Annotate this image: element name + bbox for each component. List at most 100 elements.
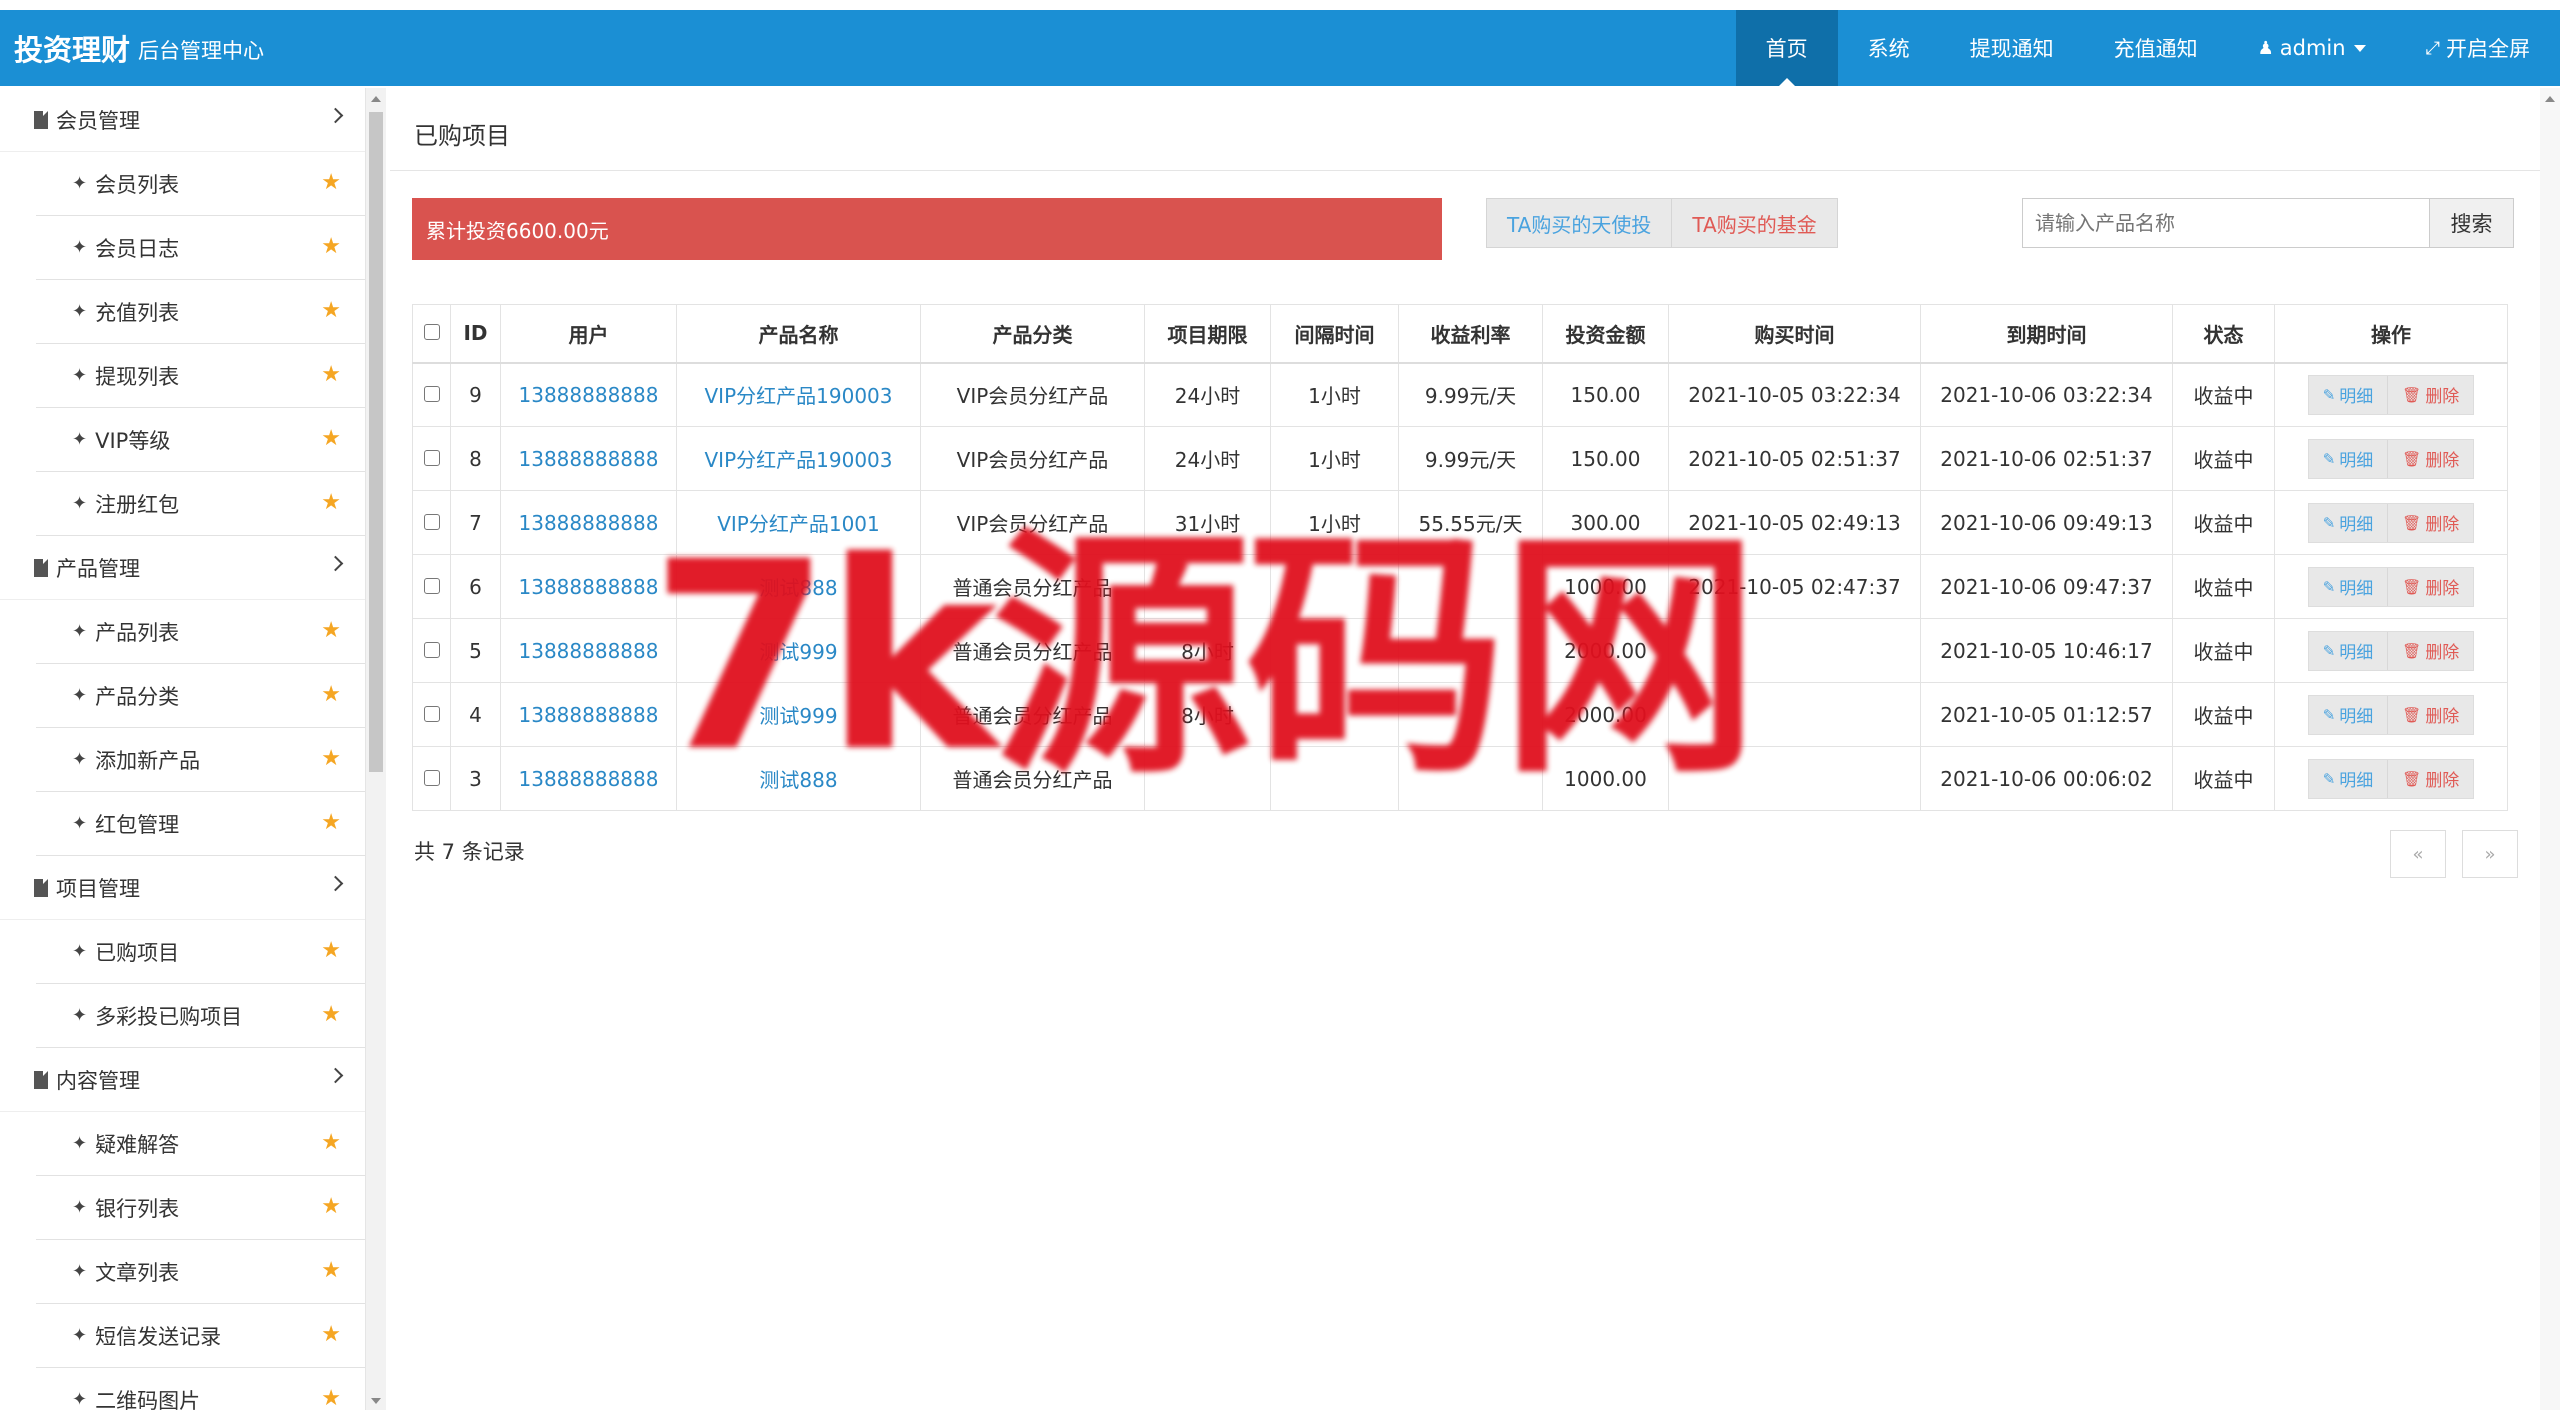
nav-recharge-label: 充值通知: [2113, 37, 2198, 61]
star-icon[interactable]: ★: [321, 426, 341, 451]
sidebar-item[interactable]: ✦ 已购项目 ★: [36, 920, 365, 984]
scroll-thumb[interactable]: [369, 112, 383, 772]
row-checkbox[interactable]: [423, 641, 440, 658]
sidebar-item[interactable]: ✦ 产品分类 ★: [36, 664, 365, 728]
star-icon[interactable]: ★: [321, 1386, 341, 1410]
cell-user[interactable]: 13888888888: [500, 362, 677, 427]
star-icon[interactable]: ★: [321, 298, 341, 323]
star-icon[interactable]: ★: [321, 1130, 341, 1155]
cell-status: 收益中: [2172, 426, 2275, 491]
delete-button[interactable]: 🗑 删除: [2388, 695, 2474, 734]
row-checkbox[interactable]: [423, 385, 440, 402]
detail-button[interactable]: ✎ 明细: [2308, 695, 2389, 734]
cell-product[interactable]: VIP分红产品190003: [676, 426, 921, 491]
cell-product[interactable]: VIP分红产品190003: [676, 362, 921, 427]
star-icon[interactable]: ★: [321, 1258, 341, 1283]
detail-button[interactable]: ✎ 明细: [2308, 503, 2389, 542]
sidebar-item[interactable]: ✦ 会员列表 ★: [36, 152, 365, 216]
sidebar-item[interactable]: ✦ VIP等级 ★: [36, 408, 365, 472]
nav-recharge-notice[interactable]: 充值通知: [2084, 10, 2228, 86]
delete-button[interactable]: 🗑 删除: [2388, 503, 2474, 542]
detail-button[interactable]: ✎ 明细: [2308, 631, 2389, 670]
detail-button[interactable]: ✎ 明细: [2308, 567, 2389, 606]
nav-home[interactable]: 首页: [1735, 10, 1838, 86]
star-icon[interactable]: ★: [321, 1194, 341, 1219]
row-select: [412, 426, 451, 491]
detail-button[interactable]: ✎ 明细: [2308, 759, 2389, 798]
star-icon[interactable]: ★: [321, 362, 341, 387]
sidebar-item[interactable]: ✦ 短信发送记录 ★: [36, 1304, 365, 1368]
nav-fullscreen[interactable]: ⤢ 开启全屏: [2396, 10, 2560, 86]
sidebar-item[interactable]: ✦ 产品列表 ★: [36, 600, 365, 664]
nav-withdraw-notice[interactable]: 提现通知: [1940, 10, 2084, 86]
pager-next[interactable]: »: [2462, 830, 2518, 878]
puzzle-icon: ✦: [72, 621, 88, 642]
row-select: [412, 682, 451, 747]
sidebar-group[interactable]: 产品管理: [0, 536, 365, 600]
cell-category: VIP会员分红产品: [920, 362, 1145, 427]
star-icon[interactable]: ★: [321, 234, 341, 259]
col-user: 用户: [500, 304, 677, 364]
sidebar-item[interactable]: ✦ 疑难解答 ★: [36, 1112, 365, 1176]
detail-label: 明细: [2339, 579, 2374, 599]
star-icon[interactable]: ★: [321, 938, 341, 963]
delete-button[interactable]: 🗑 删除: [2388, 631, 2474, 670]
delete-button[interactable]: 🗑 删除: [2388, 439, 2474, 478]
star-icon[interactable]: ★: [321, 746, 341, 771]
scroll-up-arrow-icon[interactable]: [2545, 96, 2555, 102]
cell-expire-time: 2021-10-06 09:47:37: [1920, 554, 2173, 619]
scroll-down-arrow-icon[interactable]: [371, 1398, 381, 1404]
nav-system[interactable]: 系统: [1838, 10, 1940, 86]
sidebar-item-label: 文章列表: [95, 1260, 180, 1285]
select-all-checkbox[interactable]: [423, 324, 440, 341]
sidebar-scrollbar[interactable]: [366, 88, 386, 1410]
delete-button[interactable]: 🗑 删除: [2388, 759, 2474, 798]
detail-button[interactable]: ✎ 明细: [2308, 439, 2389, 478]
sidebar-item[interactable]: ✦ 二维码图片 ★: [36, 1368, 365, 1410]
puzzle-icon: ✦: [72, 301, 88, 322]
delete-label: 删除: [2425, 579, 2460, 599]
row-checkbox[interactable]: [423, 449, 440, 466]
search-input[interactable]: [2022, 198, 2430, 248]
sidebar-item[interactable]: ✦ 充值列表 ★: [36, 280, 365, 344]
document-icon: [34, 878, 48, 897]
nav-user-menu[interactable]: ♟ admin: [2228, 10, 2396, 86]
delete-button[interactable]: 🗑 删除: [2388, 375, 2474, 414]
star-icon[interactable]: ★: [321, 1002, 341, 1027]
row-checkbox[interactable]: [423, 769, 440, 786]
cell-user[interactable]: 13888888888: [500, 426, 677, 491]
sidebar-group[interactable]: 会员管理: [0, 88, 365, 152]
sidebar-item[interactable]: ✦ 多彩投已购项目 ★: [36, 984, 365, 1048]
scroll-up-arrow-icon[interactable]: [371, 96, 381, 102]
pager-prev[interactable]: «: [2390, 830, 2446, 878]
sidebar-group[interactable]: 项目管理: [0, 856, 365, 920]
delete-button[interactable]: 🗑 删除: [2388, 567, 2474, 606]
edit-icon: ✎: [2322, 449, 2336, 468]
sidebar-item[interactable]: ✦ 红包管理 ★: [36, 792, 365, 856]
star-icon[interactable]: ★: [321, 682, 341, 707]
row-checkbox[interactable]: [423, 705, 440, 722]
row-checkbox[interactable]: [423, 577, 440, 594]
row-checkbox[interactable]: [423, 513, 440, 530]
sidebar-item[interactable]: ✦ 银行列表 ★: [36, 1176, 365, 1240]
main-scrollbar[interactable]: [2540, 88, 2560, 1410]
tab-angel-invest[interactable]: TA购买的天使投: [1487, 199, 1673, 247]
tab-group: TA购买的天使投 TA购买的基金: [1486, 198, 1838, 248]
star-icon[interactable]: ★: [321, 490, 341, 515]
delete-label: 删除: [2425, 707, 2460, 727]
sidebar-group[interactable]: 内容管理: [0, 1048, 365, 1112]
search-button[interactable]: 搜索: [2430, 198, 2514, 248]
star-icon[interactable]: ★: [321, 810, 341, 835]
sidebar-group-label: 项目管理: [56, 876, 140, 901]
detail-button[interactable]: ✎ 明细: [2308, 375, 2389, 414]
star-icon[interactable]: ★: [321, 1322, 341, 1347]
sidebar-item[interactable]: ✦ 提现列表 ★: [36, 344, 365, 408]
sidebar-item[interactable]: ✦ 注册红包 ★: [36, 472, 365, 536]
trash-icon: 🗑: [2402, 641, 2422, 660]
tab-fund[interactable]: TA购买的基金: [1672, 199, 1837, 247]
star-icon[interactable]: ★: [321, 170, 341, 195]
sidebar-item[interactable]: ✦ 会员日志 ★: [36, 216, 365, 280]
sidebar-item[interactable]: ✦ 添加新产品 ★: [36, 728, 365, 792]
sidebar-item[interactable]: ✦ 文章列表 ★: [36, 1240, 365, 1304]
star-icon[interactable]: ★: [321, 618, 341, 643]
